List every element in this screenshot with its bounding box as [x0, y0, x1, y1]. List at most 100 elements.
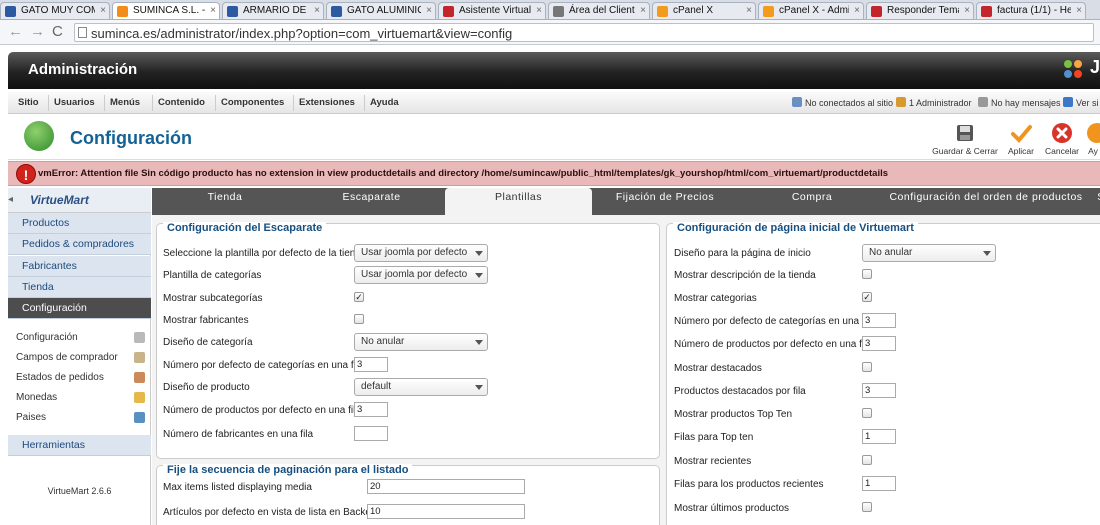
forward-icon[interactable]: → — [30, 24, 45, 40]
mostrar-categorias-checkbox[interactable]: ✓ — [862, 292, 872, 302]
browser-tab[interactable]: cPanel X × — [652, 2, 756, 19]
order-status-icon — [134, 372, 145, 383]
browser-tab[interactable]: Asistente Virtual × — [438, 2, 546, 19]
save-close-button[interactable]: Guardar & Cerrar — [932, 122, 998, 156]
status-1-administrador[interactable]: 1 Administrador — [896, 97, 972, 108]
mostrar-subcategorias-checkbox[interactable]: ✓ — [354, 292, 364, 302]
numero-de-productos-por-defecto-en-una-f-input[interactable]: 3 — [862, 336, 896, 351]
filas-para-top-ten-input[interactable]: 1 — [862, 429, 896, 444]
menu-componentes[interactable]: Componentes — [221, 97, 284, 108]
tab-configuracion-del-orden-de-productos[interactable]: Configuración del orden de productos — [886, 188, 1086, 215]
status-no-conectados-al-sitio[interactable]: No conectados al sitio — [792, 97, 893, 108]
menu-sitio[interactable]: Sitio — [18, 97, 39, 108]
mostrar-productos-top-ten-checkbox[interactable] — [862, 408, 872, 418]
status-no-hay-mensajes[interactable]: No hay mensajes — [978, 97, 1061, 108]
numero-de-productos-por-defecto-en-una-f-input[interactable]: 3 — [354, 402, 388, 417]
sidebar-item-productos[interactable]: Productos — [8, 213, 151, 234]
close-tab-icon[interactable]: × — [210, 3, 216, 19]
mostrar-ultimos-productos-checkbox[interactable] — [862, 502, 872, 512]
sidebar-subitem-estados-de-pedidos[interactable]: Estados de pedidos — [8, 368, 151, 388]
tab-s[interactable]: S — [1086, 188, 1100, 215]
tab-compra[interactable]: Compra — [738, 188, 886, 215]
message-icon — [978, 97, 988, 107]
config-tabs: Tienda Escaparate Plantillas Fijación de Pr… — [152, 188, 1100, 215]
close-tab-icon[interactable]: × — [426, 3, 432, 19]
tab-fijacion-de-precios[interactable]: Fijación de Precios — [592, 188, 738, 215]
sidebar-item-herramientas[interactable]: Herramientas — [8, 435, 151, 456]
sidebar-item-label: Pedidos & compradores — [22, 238, 135, 250]
productos-destacados-por-fila-input[interactable]: 3 — [862, 383, 896, 398]
numero-por-defecto-de-categorias-en-una--input[interactable]: 3 — [862, 313, 896, 328]
sidebar-item-label: Fabricantes — [22, 260, 77, 272]
field-label: Mostrar destacados — [674, 363, 762, 374]
help-button[interactable]: Ay — [1086, 122, 1100, 156]
browser-tab[interactable]: GATO ALUMINIO × — [326, 2, 436, 19]
sidebar-subitem-monedas[interactable]: Monedas — [8, 388, 151, 408]
help-label: Ay — [1088, 146, 1098, 156]
browser-tab[interactable]: factura (1/1) - He × — [976, 2, 1086, 19]
filas-para-los-productos-recientes-input[interactable]: 1 — [862, 476, 896, 491]
sidebar-item-fabricantes[interactable]: Fabricantes — [8, 256, 151, 277]
apply-button[interactable]: Aplicar — [1004, 122, 1038, 156]
users-icon — [792, 97, 802, 107]
browser-tab[interactable]: ARMARIO DE 7 C × — [222, 2, 324, 19]
sidebar-item-configuracion[interactable]: Configuración — [8, 298, 151, 319]
menu-usuarios[interactable]: Usuarios — [54, 97, 95, 108]
tab-plantillas[interactable]: Plantillas — [445, 188, 592, 215]
menu-menus[interactable]: Menús — [110, 97, 140, 108]
sidebar-item-pedidos-compradores[interactable]: Pedidos & compradores — [8, 234, 151, 255]
tab-escaparate[interactable]: Escaparate — [298, 188, 445, 215]
url-text: suminca.es/administrator/index.php?optio… — [91, 26, 513, 41]
numero-por-defecto-de-categorias-en-una--input[interactable]: 3 — [354, 357, 388, 372]
url-input[interactable]: suminca.es/administrator/index.php?optio… — [74, 23, 1094, 42]
apply-label: Aplicar — [1008, 146, 1034, 156]
status-ver-si[interactable]: Ver si — [1063, 97, 1099, 108]
diseno-para-la-pagina-de-inicio-select[interactable]: No anular — [862, 244, 996, 262]
favicon-icon — [981, 6, 992, 17]
close-tab-icon[interactable]: × — [314, 3, 320, 19]
mostrar-recientes-checkbox[interactable] — [862, 455, 872, 465]
browser-tab[interactable]: Área del Cliente × — [548, 2, 650, 19]
mostrar-descripcion-de-la-tienda-checkbox[interactable] — [862, 269, 872, 279]
escaparate-legend: Configuración del Escaparate — [163, 222, 327, 234]
reload-icon[interactable]: C — [52, 24, 63, 40]
cancel-button[interactable]: Cancelar — [1044, 122, 1080, 156]
browser-tab[interactable]: Responder Tema × — [866, 2, 974, 19]
back-icon[interactable]: ← — [8, 24, 23, 40]
close-tab-icon[interactable]: × — [640, 3, 646, 19]
menu-extensiones[interactable]: Extensiones — [299, 97, 355, 108]
favicon-icon — [763, 6, 774, 17]
close-tab-icon[interactable]: × — [1076, 3, 1082, 19]
inicial-legend: Configuración de página inicial de Virtu… — [673, 222, 918, 234]
plantilla-de-categorias-select[interactable]: Usar joomla por defecto — [354, 266, 488, 284]
tab-tienda[interactable]: Tienda — [152, 188, 298, 215]
sidebar-item-tienda[interactable]: Tienda — [8, 277, 151, 298]
mostrar-fabricantes-checkbox[interactable] — [354, 314, 364, 324]
browser-tab[interactable]: GATO MUY COM × — [0, 2, 110, 19]
menu-contenido[interactable]: Contenido — [158, 97, 205, 108]
menu-ayuda[interactable]: Ayuda — [370, 97, 399, 108]
diseno-de-categoria-select[interactable]: No anular — [354, 333, 488, 351]
sidebar-subitem-paises[interactable]: Paises — [8, 408, 151, 428]
collapse-arrow-icon[interactable]: ◂ — [8, 194, 13, 205]
browser-tab[interactable]: SUMINCA S.L. - A × — [112, 2, 220, 19]
sidebar-subitem-campos-de-comprador[interactable]: Campos de comprador — [8, 348, 151, 368]
browser-tab[interactable]: cPanel X - Admin × — [758, 2, 864, 19]
articulos-por-defecto-en-vista-de-lista--input[interactable]: 10 — [367, 504, 525, 519]
close-tab-icon[interactable]: × — [100, 3, 106, 19]
inicial-fieldset: Configuración de página inicial de Virtu… — [666, 222, 1100, 525]
sidebar-item-label: Herramientas — [22, 439, 86, 451]
close-tab-icon[interactable]: × — [536, 3, 542, 19]
close-tab-icon[interactable]: × — [854, 3, 860, 19]
close-tab-icon[interactable]: × — [746, 3, 752, 19]
diseno-de-producto-select[interactable]: default — [354, 378, 488, 396]
close-tab-icon[interactable]: × — [964, 3, 970, 19]
numero-de-fabricantes-en-una-fila-input[interactable] — [354, 426, 388, 441]
seleccione-la-plantilla-por-defecto-de-l-select[interactable]: Usar joomla por defecto — [354, 244, 488, 262]
sidebar-subitem-configuracion[interactable]: Configuración — [8, 328, 151, 348]
field-label: Diseño de producto — [163, 382, 250, 393]
virtuemart-sidebar: ◂ VirtueMart Herramientas VirtueMart 2.6… — [8, 188, 151, 525]
mostrar-destacados-checkbox[interactable] — [862, 362, 872, 372]
max-items-listed-displaying-media-input[interactable]: 20 — [367, 479, 525, 494]
field-label: Número por defecto de categorías en una … — [163, 360, 364, 371]
